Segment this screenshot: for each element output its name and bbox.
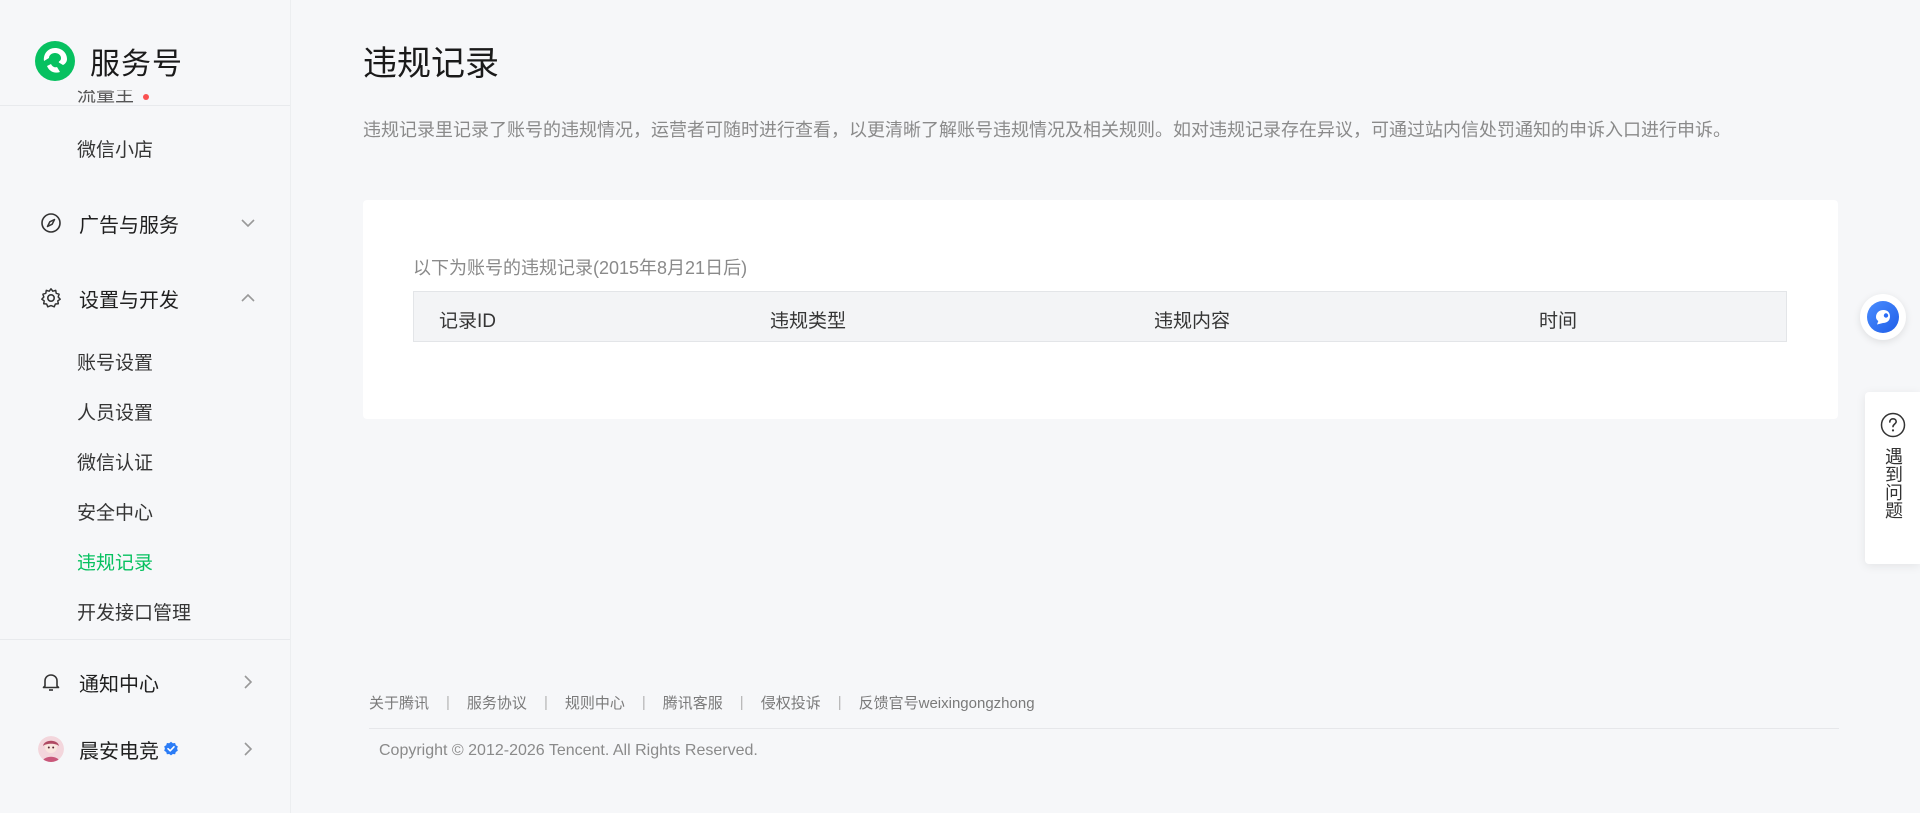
sidebar-group-notify-label: 通知中心 bbox=[79, 673, 159, 696]
bell-icon bbox=[38, 669, 64, 695]
sidebar-item-member-settings[interactable]: 人员设置 bbox=[77, 400, 153, 428]
copyright: Copyright © 2012-2026 Tencent. All Right… bbox=[379, 742, 758, 759]
footer-separator: | bbox=[739, 694, 744, 711]
help-label: 遇到问题 bbox=[1883, 447, 1903, 519]
footer-link-rules-center[interactable]: 规则中心 bbox=[565, 692, 625, 713]
footer-link-feedback[interactable]: 反馈官号weixingongzhong bbox=[859, 692, 1035, 713]
chevron-right-icon bbox=[244, 742, 253, 756]
chevron-down-icon bbox=[241, 219, 255, 228]
wechat-service-logo-icon bbox=[35, 41, 75, 81]
sidebar-item-violation-records[interactable]: 违规记录 bbox=[77, 550, 153, 578]
sidebar-item-partial[interactable]: 流量主 bbox=[77, 90, 197, 105]
footer-divider bbox=[369, 728, 1839, 729]
compass-icon bbox=[38, 210, 64, 236]
sidebar-item-account-settings[interactable]: 账号设置 bbox=[77, 350, 153, 378]
sidebar-account[interactable]: 晨安电竞 bbox=[38, 731, 258, 767]
column-header-violation-type: 违规类型 bbox=[770, 311, 847, 332]
footer-link-service-agreement[interactable]: 服务协议 bbox=[467, 692, 527, 713]
help-panel[interactable]: 遇到问题 bbox=[1865, 392, 1920, 564]
card-caption: 以下为账号的违规记录(2015年8月21日后) bbox=[413, 258, 748, 278]
gear-icon bbox=[38, 285, 64, 311]
column-header-record-id: 记录ID bbox=[439, 311, 497, 332]
avatar bbox=[38, 736, 64, 762]
sidebar-item-wechat-verify[interactable]: 微信认证 bbox=[77, 450, 153, 478]
page-description: 违规记录里记录了账号的违规情况，运营者可随时进行查看，以更清晰了解账号违规情况及… bbox=[363, 120, 1731, 140]
chevron-right-icon bbox=[244, 675, 253, 689]
assistant-chat-icon bbox=[1867, 301, 1899, 333]
footer-link-customer-service[interactable]: 腾讯客服 bbox=[663, 692, 723, 713]
brand-divider bbox=[0, 105, 290, 106]
brand[interactable]: 服务号 bbox=[34, 38, 183, 84]
footer-link-infringement[interactable]: 侵权投诉 bbox=[761, 692, 821, 713]
footer-separator: | bbox=[543, 694, 548, 711]
assistant-float-button[interactable] bbox=[1860, 294, 1906, 340]
sidebar-group-notify[interactable]: 通知中心 bbox=[38, 664, 258, 700]
sidebar-item-security-center[interactable]: 安全中心 bbox=[77, 500, 153, 528]
footer-links: 关于腾讯 | 服务协议 | 规则中心 | 腾讯客服 | 侵权投诉 | 反馈官号w… bbox=[369, 692, 1035, 713]
footer-separator: | bbox=[837, 694, 842, 711]
sidebar-divider bbox=[0, 639, 290, 640]
chevron-up-icon bbox=[241, 293, 255, 302]
footer-separator: | bbox=[446, 694, 450, 711]
column-header-violation-content: 违规内容 bbox=[1154, 311, 1231, 332]
question-circle-icon bbox=[1880, 412, 1906, 438]
sidebar-group-settings-label: 设置与开发 bbox=[79, 289, 179, 312]
brand-name: 服务号 bbox=[90, 48, 183, 81]
sidebar-group-ads-label: 广告与服务 bbox=[79, 214, 179, 237]
column-header-time: 时间 bbox=[1539, 311, 1578, 332]
red-dot-badge bbox=[143, 94, 149, 100]
sidebar-item-dev-api[interactable]: 开发接口管理 bbox=[77, 600, 191, 628]
page-title: 违规记录 bbox=[363, 45, 499, 83]
verified-badge-icon bbox=[164, 741, 178, 756]
sidebar-group-settings[interactable]: 设置与开发 bbox=[38, 280, 258, 316]
footer-separator: | bbox=[641, 694, 646, 711]
sidebar-item-wechat-shop[interactable]: 微信小店 bbox=[77, 137, 153, 165]
sidebar-group-ads[interactable]: 广告与服务 bbox=[38, 205, 258, 241]
sidebar-item-partial-label: 流量主 bbox=[77, 90, 135, 105]
account-name: 晨安电竞 bbox=[79, 740, 159, 763]
sidebar: 服务号 流量主 微信小店 广告与服务 设置与开发 账号设置 人员设置 微信认证 … bbox=[0, 0, 291, 813]
footer-link-about[interactable]: 关于腾讯 bbox=[369, 692, 429, 713]
violation-table-header: 记录ID 违规类型 违规内容 时间 bbox=[413, 291, 1787, 342]
violation-record-card: 以下为账号的违规记录(2015年8月21日后) 记录ID 违规类型 违规内容 时… bbox=[363, 200, 1838, 419]
